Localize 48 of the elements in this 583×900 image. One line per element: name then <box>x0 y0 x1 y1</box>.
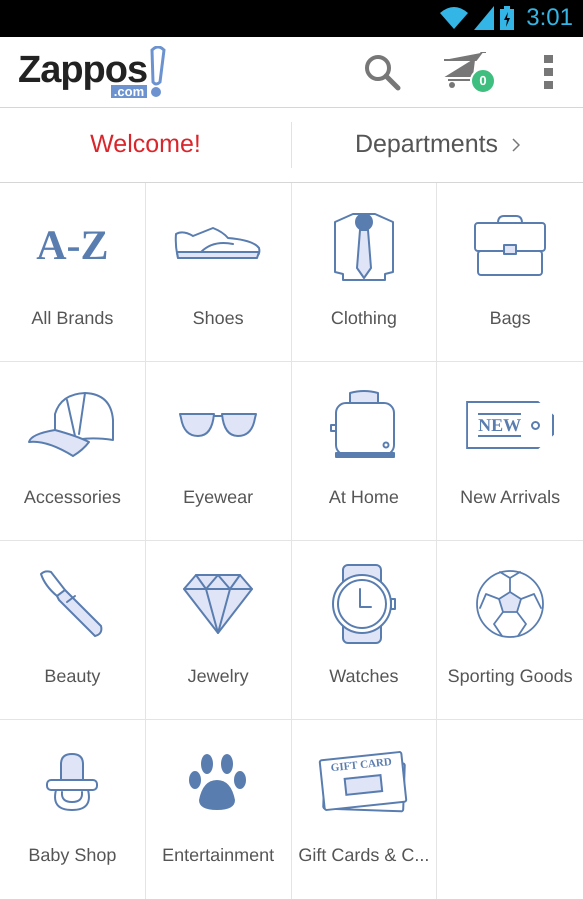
search-button[interactable] <box>362 52 402 92</box>
departments-button[interactable]: Departments <box>292 126 583 164</box>
category-label: Watches <box>329 665 399 688</box>
signal-icon <box>474 6 494 30</box>
cart-count-badge: 0 <box>470 68 496 94</box>
category-label: Gift Cards & C... <box>298 844 430 867</box>
wifi-icon <box>440 7 468 30</box>
category-label: Entertainment <box>162 844 274 867</box>
category-label: Baby Shop <box>28 844 116 867</box>
battery-charging-icon <box>500 6 514 30</box>
chevron-icon <box>512 138 520 152</box>
clock: 3:01 <box>526 3 573 34</box>
category-label: All Brands <box>31 307 114 330</box>
category-tile[interactable]: Baby Shop <box>0 720 146 899</box>
overflow-menu-icon[interactable] <box>544 55 553 90</box>
category-tile[interactable]: Beauty <box>0 541 146 720</box>
category-tile[interactable]: Shoes <box>146 183 292 362</box>
category-tile[interactable]: Eyewear <box>146 362 292 541</box>
welcome-link[interactable]: Welcome! <box>0 126 291 164</box>
category-label: At Home <box>328 486 399 509</box>
glasses-icon <box>178 410 258 440</box>
category-label: Accessories <box>24 486 121 509</box>
category-label: Bags <box>490 307 531 330</box>
category-tile[interactable]: Sporting Goods <box>437 541 583 720</box>
category-tile[interactable]: Accessories <box>0 362 146 541</box>
category-label: Jewelry <box>188 665 249 688</box>
category-label: Clothing <box>330 307 397 330</box>
category-tile[interactable]: A-Z All Brands <box>0 183 146 362</box>
briefcase-icon <box>472 213 548 279</box>
category-tile[interactable]: Entertainment <box>146 720 292 899</box>
category-label: Eyewear <box>183 486 254 509</box>
category-tile[interactable]: GIFT CARD Gift Cards & C... <box>292 720 438 899</box>
category-label: Beauty <box>44 665 100 688</box>
category-tile[interactable]: Clothing <box>292 183 438 362</box>
brands-icon: A-Z <box>36 225 109 267</box>
category-label: Sporting Goods <box>448 665 573 688</box>
category-tile[interactable]: At Home <box>292 362 438 541</box>
pacifier-icon <box>45 752 100 814</box>
diamond-icon <box>182 573 254 635</box>
soccer-ball-icon <box>474 568 546 640</box>
category-label: New Arrivals <box>460 486 560 509</box>
category-label: Shoes <box>192 307 244 330</box>
category-tile[interactable]: Watches <box>292 541 438 720</box>
price-tag-icon: NEW <box>466 401 554 449</box>
category-tile[interactable]: NEW New Arrivals <box>437 362 583 541</box>
category-tile[interactable]: Jewelry <box>146 541 292 720</box>
app-logo: Zappos .com <box>18 46 166 98</box>
category-tile[interactable]: Bags <box>437 183 583 362</box>
